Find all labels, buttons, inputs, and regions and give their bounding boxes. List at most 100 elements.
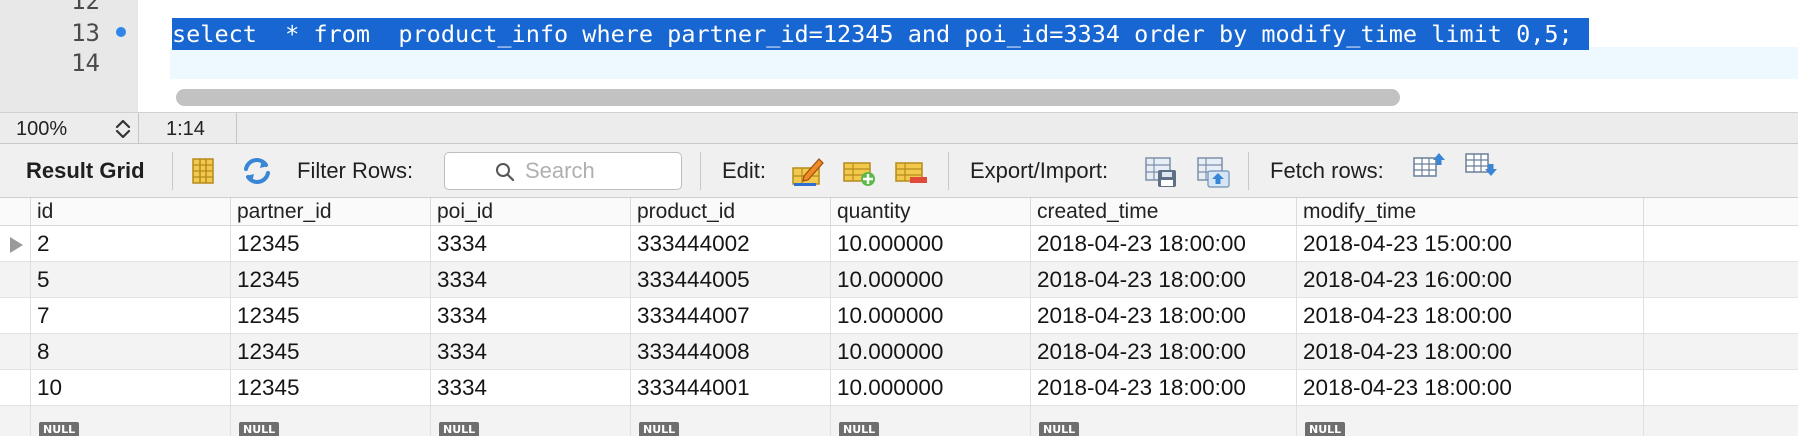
cell-partner-id[interactable]: 12345 — [230, 226, 430, 262]
column-header-quantity[interactable]: quantity — [830, 198, 1030, 226]
line-number: 13 — [71, 19, 100, 47]
filter-rows-label: Filter Rows: — [297, 158, 414, 183]
selected-sql-statement[interactable]: select * from product_info where partner… — [172, 18, 1589, 50]
cell-product-id[interactable]: 333444007 — [630, 298, 830, 334]
horizontal-scrollbar-thumb[interactable] — [176, 89, 1400, 106]
cell-quantity[interactable]: 10.000000 — [830, 334, 1030, 370]
cell-product-id[interactable]: NULL — [630, 406, 830, 436]
zoom-level: 100% — [16, 118, 68, 140]
cell-created-time[interactable]: 2018-04-23 18:00:00 — [1030, 262, 1296, 298]
cell-poi-id[interactable]: 3334 — [430, 334, 630, 370]
cursor-position: 1:14 — [166, 118, 205, 140]
edit-label: Edit: — [722, 158, 767, 183]
cell-id[interactable]: NULL — [30, 406, 230, 436]
cell-id[interactable]: 5 — [30, 262, 230, 298]
cell-created-time[interactable]: 2018-04-23 18:00:00 — [1030, 370, 1296, 406]
sql-editor[interactable]: 12 13 14 select * from product_info wher… — [0, 0, 1798, 112]
current-line-highlight — [170, 47, 1798, 79]
result-grid-title: Result Grid — [26, 158, 145, 183]
fetch-next-icon[interactable] — [1412, 150, 1446, 184]
code-area[interactable]: select * from product_info where partner… — [138, 0, 1798, 112]
table-row[interactable]: 10 12345 3334 333444001 10.000000 2018-0… — [0, 370, 1798, 406]
cell-modify-time[interactable]: 2018-04-23 18:00:00 — [1296, 298, 1644, 334]
null-badge: NULL — [1039, 422, 1080, 436]
cell-poi-id[interactable]: 3334 — [430, 226, 630, 262]
cell-partner-id[interactable]: 12345 — [230, 298, 430, 334]
current-row-arrow-icon — [10, 237, 23, 253]
statement-marker-icon[interactable] — [116, 27, 126, 37]
cell-poi-id[interactable]: 3334 — [430, 298, 630, 334]
null-badge: NULL — [839, 422, 880, 436]
cell-product-id[interactable]: 333444001 — [630, 370, 830, 406]
column-header-poi-id[interactable]: poi_id — [430, 198, 630, 226]
table-row[interactable]: 2 12345 3334 333444002 10.000000 2018-04… — [0, 226, 1798, 262]
edit-row-icon[interactable] — [790, 154, 824, 188]
cell-modify-time[interactable]: 2018-04-23 18:00:00 — [1296, 334, 1644, 370]
export-icon[interactable] — [1144, 154, 1178, 188]
null-badge: NULL — [239, 422, 280, 436]
cell-modify-time[interactable]: 2018-04-23 18:00:00 — [1296, 370, 1644, 406]
table-row[interactable]: 5 12345 3334 333444005 10.000000 2018-04… — [0, 262, 1798, 298]
null-badge: NULL — [1305, 422, 1346, 436]
cell-poi-id[interactable]: 3334 — [430, 370, 630, 406]
cell-partner-id[interactable]: NULL — [230, 406, 430, 436]
fetch-all-icon[interactable] — [1464, 150, 1498, 184]
cell-modify-time[interactable]: 2018-04-23 16:00:00 — [1296, 262, 1644, 298]
result-grid[interactable]: id partner_id poi_id product_id quantity… — [0, 198, 1798, 436]
cell-product-id[interactable]: 333444002 — [630, 226, 830, 262]
new-row-placeholder[interactable]: NULL NULL NULL NULL NULL NULL NULL — [0, 406, 1798, 436]
cell-created-time[interactable]: 2018-04-23 18:00:00 — [1030, 334, 1296, 370]
null-badge: NULL — [639, 422, 680, 436]
line-number: 14 — [71, 49, 100, 77]
cell-created-time[interactable]: NULL — [1030, 406, 1296, 436]
cell-partner-id[interactable]: 12345 — [230, 370, 430, 406]
column-header-modify-time[interactable]: modify_time — [1296, 198, 1644, 226]
cell-modify-time[interactable]: NULL — [1296, 406, 1644, 436]
add-row-icon[interactable] — [842, 154, 876, 188]
divider — [172, 152, 173, 190]
cell-partner-id[interactable]: 12345 — [230, 334, 430, 370]
grid-header-row: id partner_id poi_id product_id quantity… — [0, 198, 1798, 226]
cell-quantity[interactable]: 10.000000 — [830, 370, 1030, 406]
cell-id[interactable]: 8 — [30, 334, 230, 370]
grid-form-icon[interactable] — [186, 154, 220, 188]
cell-poi-id[interactable]: NULL — [430, 406, 630, 436]
line-number-gutter: 12 13 14 — [0, 0, 138, 112]
column-header-partner-id[interactable]: partner_id — [230, 198, 430, 226]
cell-created-time[interactable]: 2018-04-23 18:00:00 — [1030, 298, 1296, 334]
divider — [1248, 152, 1249, 190]
cell-quantity[interactable]: 10.000000 — [830, 262, 1030, 298]
search-input[interactable] — [525, 156, 675, 186]
divider — [138, 113, 139, 144]
divider — [236, 113, 237, 144]
column-header-product-id[interactable]: product_id — [630, 198, 830, 226]
import-icon[interactable] — [1196, 154, 1230, 188]
cell-poi-id[interactable]: 3334 — [430, 262, 630, 298]
divider — [948, 152, 949, 190]
zoom-stepper[interactable] — [112, 117, 134, 141]
fetch-rows-label: Fetch rows: — [1270, 158, 1384, 183]
column-header-id[interactable]: id — [30, 198, 230, 226]
editor-status-bar: 100% 1:14 — [0, 112, 1798, 144]
cell-quantity[interactable]: 10.000000 — [830, 298, 1030, 334]
cell-id[interactable]: 2 — [30, 226, 230, 262]
cell-product-id[interactable]: 333444005 — [630, 262, 830, 298]
line-number: 12 — [71, 0, 100, 15]
table-row[interactable]: 8 12345 3334 333444008 10.000000 2018-04… — [0, 334, 1798, 370]
refresh-icon[interactable] — [240, 154, 274, 188]
table-row[interactable]: 7 12345 3334 333444007 10.000000 2018-04… — [0, 298, 1798, 334]
cell-partner-id[interactable]: 12345 — [230, 262, 430, 298]
null-badge: NULL — [39, 422, 80, 436]
delete-row-icon[interactable] — [894, 154, 928, 188]
divider — [700, 152, 701, 190]
cell-modify-time[interactable]: 2018-04-23 15:00:00 — [1296, 226, 1644, 262]
cell-quantity[interactable]: 10.000000 — [830, 226, 1030, 262]
cell-product-id[interactable]: 333444008 — [630, 334, 830, 370]
chevron-up-down-icon — [115, 119, 131, 139]
cell-created-time[interactable]: 2018-04-23 18:00:00 — [1030, 226, 1296, 262]
cell-quantity[interactable]: NULL — [830, 406, 1030, 436]
cell-id[interactable]: 7 — [30, 298, 230, 334]
filter-search-box[interactable] — [444, 152, 682, 190]
cell-id[interactable]: 10 — [30, 370, 230, 406]
column-header-created-time[interactable]: created_time — [1030, 198, 1296, 226]
